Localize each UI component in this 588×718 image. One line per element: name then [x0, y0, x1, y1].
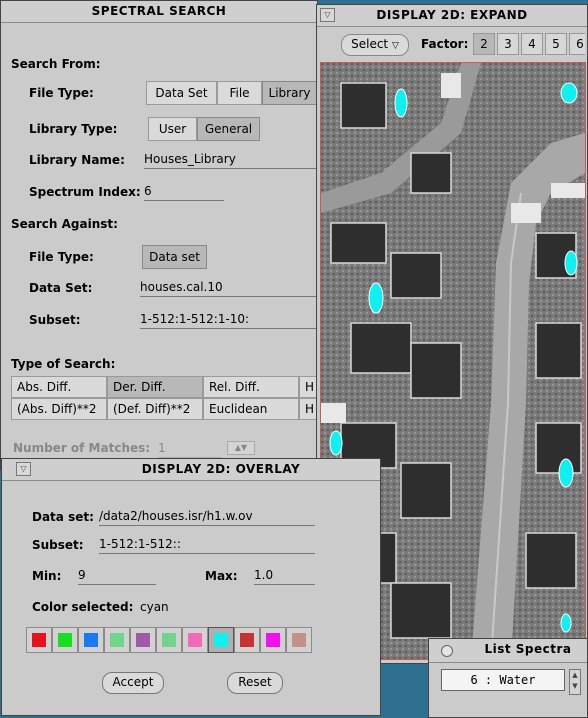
spectra-list[interactable]: 6 : Water — [441, 669, 565, 691]
max-label: Max: — [205, 569, 238, 583]
list-scrollbar[interactable]: ▲ ▼ — [569, 669, 581, 695]
against-file-type-label: File Type: — [29, 250, 94, 264]
type-of-search-heading: Type of Search: — [11, 357, 116, 371]
overlay-data-set-label: Data set: — [32, 510, 94, 524]
select-dropdown[interactable]: Select ▽ — [341, 34, 409, 56]
factor-2-button[interactable]: 2 — [473, 33, 495, 55]
library-type-label: Library Type: — [29, 122, 118, 136]
against-file-type-dataset-button[interactable]: Data set — [142, 245, 207, 269]
color-swatch-mint[interactable] — [156, 627, 182, 653]
swatch-chip — [188, 633, 202, 647]
search-h-button-2[interactable]: H — [299, 398, 317, 420]
window-menu-icon[interactable]: ▽ — [16, 462, 31, 476]
swatch-chip — [136, 633, 150, 647]
color-selected-value: cyan — [140, 600, 169, 614]
pin-icon[interactable] — [441, 645, 453, 657]
display-overlay-window: ▽ DISPLAY 2D: OVERLAY Data set: /data2/h… — [1, 458, 381, 716]
data-set-field[interactable]: houses.cal.10 — [140, 280, 316, 297]
file-type-file-button[interactable]: File — [217, 81, 262, 105]
list-item[interactable]: 6 : Water — [470, 673, 535, 687]
overlay-subset-label: Subset: — [32, 538, 84, 552]
factor-buttons: 2 3 4 5 6 — [473, 33, 585, 55]
swatch-chip — [292, 633, 306, 647]
library-name-label: Library Name: — [29, 153, 125, 167]
color-selected-label: Color selected: — [32, 600, 134, 614]
from-file-type-label: File Type: — [29, 86, 94, 100]
accept-button[interactable]: Accept — [102, 672, 164, 694]
matches-field[interactable]: 1 — [158, 441, 222, 458]
factor-4-button[interactable]: 4 — [521, 33, 543, 55]
color-swatch-green[interactable] — [52, 627, 78, 653]
color-swatch-magenta[interactable] — [260, 627, 286, 653]
list-spectra-title: List Spectra — [484, 642, 572, 656]
spectrum-index-label: Spectrum Index: — [29, 185, 141, 199]
file-type-dataset-button[interactable]: Data Set — [146, 81, 217, 105]
factor-5-button[interactable]: 5 — [545, 33, 567, 55]
swatch-chip — [58, 633, 72, 647]
search-rel-diff-button[interactable]: Rel. Diff. — [203, 376, 299, 398]
spectral-search-title: SPECTRAL SEARCH — [91, 4, 227, 18]
color-swatch-cyan[interactable] — [208, 627, 234, 653]
matches-stepper[interactable]: ▲▼ — [227, 441, 255, 455]
library-type-general-button[interactable]: General — [197, 117, 260, 141]
search-h-button-1[interactable]: H — [299, 376, 317, 398]
search-against-heading: Search Against: — [11, 217, 118, 231]
matches-label: Number of Matches: — [13, 441, 151, 455]
search-der-diff-button[interactable]: Der. Diff. — [107, 376, 203, 398]
swatch-chip — [32, 633, 46, 647]
subset-label: Subset: — [29, 313, 81, 327]
spectral-search-window: SPECTRAL SEARCH Search From: File Type: … — [0, 0, 318, 470]
swatch-chip — [214, 633, 228, 647]
min-field[interactable]: 9 — [78, 568, 156, 585]
swatch-chip — [240, 633, 254, 647]
color-swatch-blue[interactable] — [78, 627, 104, 653]
overlay-data-set-field[interactable]: /data2/houses.isr/h1.w.ov — [99, 509, 315, 526]
swatch-chip — [266, 633, 280, 647]
chevron-down-icon: ▽ — [391, 41, 399, 51]
search-from-heading: Search From: — [11, 57, 101, 71]
factor-label: Factor: — [421, 37, 469, 51]
file-type-library-button[interactable]: Library — [262, 81, 317, 105]
overlay-subset-field[interactable]: 1-512:1-512:: — [99, 537, 315, 554]
color-swatch-purple[interactable] — [130, 627, 156, 653]
swatch-chip — [110, 633, 124, 647]
expand-titlebar[interactable]: ▽ DISPLAY 2D: EXPAND — [317, 5, 587, 27]
color-swatch-dark-red[interactable] — [234, 627, 260, 653]
library-type-user-button[interactable]: User — [148, 117, 197, 141]
swatch-chip — [162, 633, 176, 647]
swatch-chip — [84, 633, 98, 647]
expand-title: DISPLAY 2D: EXPAND — [376, 8, 528, 22]
factor-3-button[interactable]: 3 — [497, 33, 519, 55]
list-spectra-titlebar[interactable]: List Spectra — [429, 639, 587, 663]
data-set-label: Data Set: — [29, 281, 93, 295]
search-abs-diff-sq-button[interactable]: (Abs. Diff)**2 — [11, 398, 107, 420]
color-swatch-red[interactable] — [26, 627, 52, 653]
factor-6-button[interactable]: 6 — [569, 33, 585, 55]
search-abs-diff-button[interactable]: Abs. Diff. — [11, 376, 107, 398]
reset-button[interactable]: Reset — [227, 672, 283, 694]
min-label: Min: — [32, 569, 62, 583]
overlay-titlebar[interactable]: ▽ DISPLAY 2D: OVERLAY — [2, 459, 380, 481]
subset-field[interactable]: 1-512:1-512:1-10: — [140, 312, 316, 329]
list-spectra-window: List Spectra 6 : Water ▲ ▼ — [428, 638, 588, 718]
search-euclidean-button[interactable]: Euclidean — [203, 398, 299, 420]
overlay-title: DISPLAY 2D: OVERLAY — [141, 462, 301, 476]
color-palette — [26, 627, 316, 653]
search-def-diff-sq-button[interactable]: (Def. Diff)**2 — [107, 398, 203, 420]
color-swatch-light-green[interactable] — [104, 627, 130, 653]
color-swatch-pink[interactable] — [182, 627, 208, 653]
select-label: Select — [351, 37, 389, 51]
spectral-search-titlebar[interactable]: SPECTRAL SEARCH — [1, 1, 317, 23]
spectrum-index-field[interactable]: 6 — [144, 184, 224, 201]
max-field[interactable]: 1.0 — [254, 568, 315, 585]
color-swatch-tan[interactable] — [286, 627, 312, 653]
library-name-field[interactable]: Houses_Library — [144, 152, 316, 169]
